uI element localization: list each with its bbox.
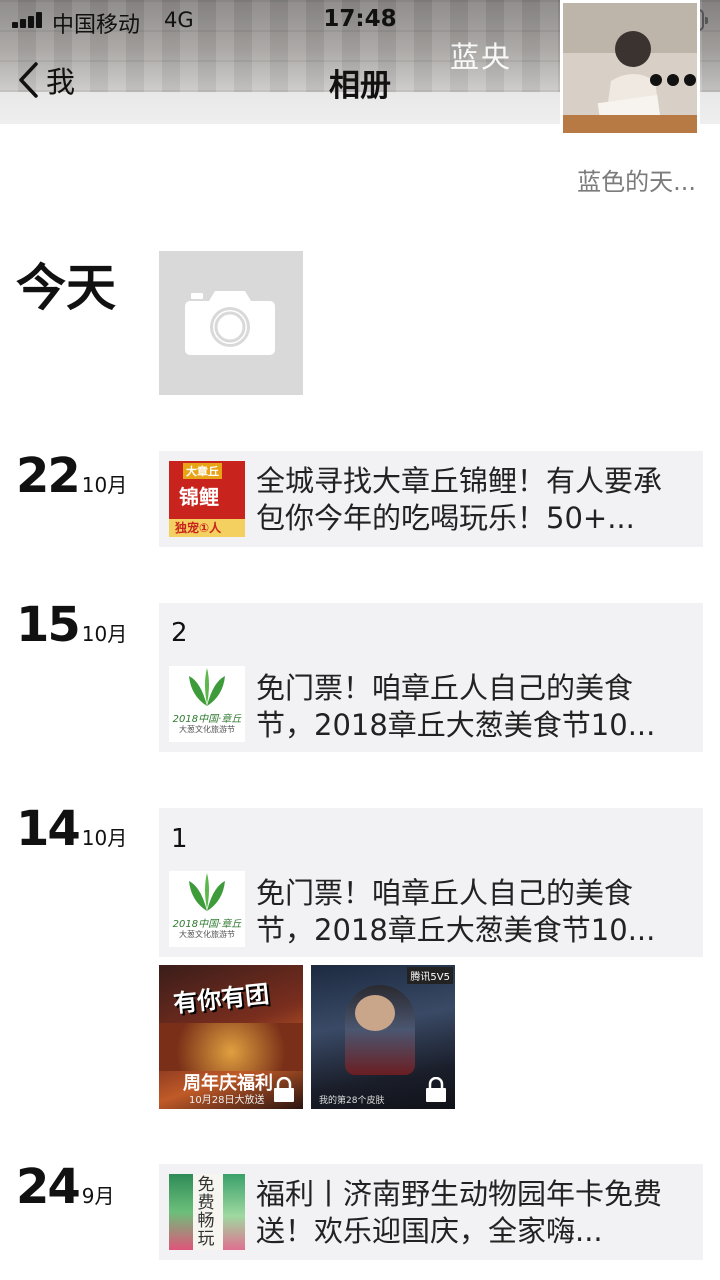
shared-article-card[interactable]: 2 2018中国·章丘 大葱文化旅游节 免门票！咱章丘人自己的美食节，2018章…	[159, 603, 703, 752]
article-title: 免门票！咱章丘人自己的美食节，2018章丘大葱美食节10...	[256, 876, 656, 947]
post-text: 2	[171, 618, 188, 648]
leaf-logo-icon	[189, 873, 225, 911]
article-thumbnail: 2018中国·章丘 大葱文化旅游节	[169, 666, 245, 742]
article-title: 免门票！咱章丘人自己的美食节，2018章丘大葱美食节10...	[256, 671, 656, 742]
thumb-text: 独宠①人	[175, 521, 222, 535]
post-text: 1	[171, 824, 188, 854]
avatar[interactable]	[560, 0, 700, 136]
shared-article-card[interactable]: 大章丘 锦鲤 独宠①人 全城寻找大章丘锦鲤！有人要承包你今年的吃喝玩乐！50+.…	[159, 451, 703, 547]
thumb-text: 大葱文化旅游节	[179, 725, 235, 734]
entry-day: 22	[16, 448, 81, 504]
article-thumbnail: 2018中国·章丘 大葱文化旅游节	[169, 871, 245, 947]
thumb-text: 2018中国·章丘	[172, 919, 242, 930]
thumb-text: 大葱文化旅游节	[179, 930, 235, 939]
entry-month: 10月	[81, 826, 128, 850]
photo-text: 腾讯5V5	[407, 967, 453, 984]
photo-text: 10月28日大放送	[189, 1095, 265, 1106]
today-label: 今天	[16, 259, 116, 317]
entry-month: 10月	[81, 473, 128, 497]
post-photo-button[interactable]	[159, 251, 303, 395]
thumb-text: 大章丘	[183, 463, 222, 479]
shared-article-card[interactable]: 免费畅玩 福利丨济南野生动物园年卡免费送！欢乐迎国庆，全家嗨...	[159, 1164, 703, 1260]
entry-date: 22 10月	[16, 448, 127, 504]
photo-text: 有你有团	[172, 980, 271, 1018]
entry-day: 14	[16, 801, 81, 857]
article-thumbnail: 大章丘 锦鲤 独宠①人	[169, 461, 245, 537]
thumb-text: 免费畅玩	[197, 1175, 215, 1249]
photo-thumbnail[interactable]: 有你有团 周年庆福利 10月28日大放送	[159, 965, 303, 1109]
camera-icon	[185, 291, 275, 355]
shared-article-card[interactable]: 1 2018中国·章丘 大葱文化旅游节 免门票！咱章丘人自己的美食节，2018章…	[159, 808, 703, 957]
avatar-image	[563, 3, 697, 133]
profile-signature: 蓝色的天...	[577, 168, 696, 196]
photo-text: 我的第28个皮肤	[319, 1096, 385, 1106]
photo-thumbnail[interactable]: 腾讯5V5 我的第28个皮肤	[311, 965, 455, 1109]
username: 蓝央	[450, 40, 513, 74]
thumb-text: 2018中国·章丘	[172, 714, 242, 725]
leaf-logo-icon	[189, 668, 225, 706]
entry-date: 15 10月	[16, 597, 127, 653]
article-title: 福利丨济南野生动物园年卡免费送！欢乐迎国庆，全家嗨...	[256, 1177, 663, 1248]
entry-day: 24	[16, 1159, 81, 1215]
entry-month: 9月	[81, 1184, 115, 1208]
article-thumbnail: 免费畅玩	[169, 1174, 245, 1250]
entry-day: 15	[16, 597, 81, 653]
lock-icon	[426, 1077, 446, 1102]
entry-month: 10月	[81, 622, 128, 646]
thumb-text: 锦鲤	[179, 485, 219, 509]
entry-date: 24 9月	[16, 1159, 115, 1215]
more-icon[interactable]	[648, 74, 698, 88]
article-title: 全城寻找大章丘锦鲤！有人要承包你今年的吃喝玩乐！50+...	[256, 464, 663, 535]
entry-date: 14 10月	[16, 801, 127, 857]
lock-icon	[274, 1077, 294, 1102]
